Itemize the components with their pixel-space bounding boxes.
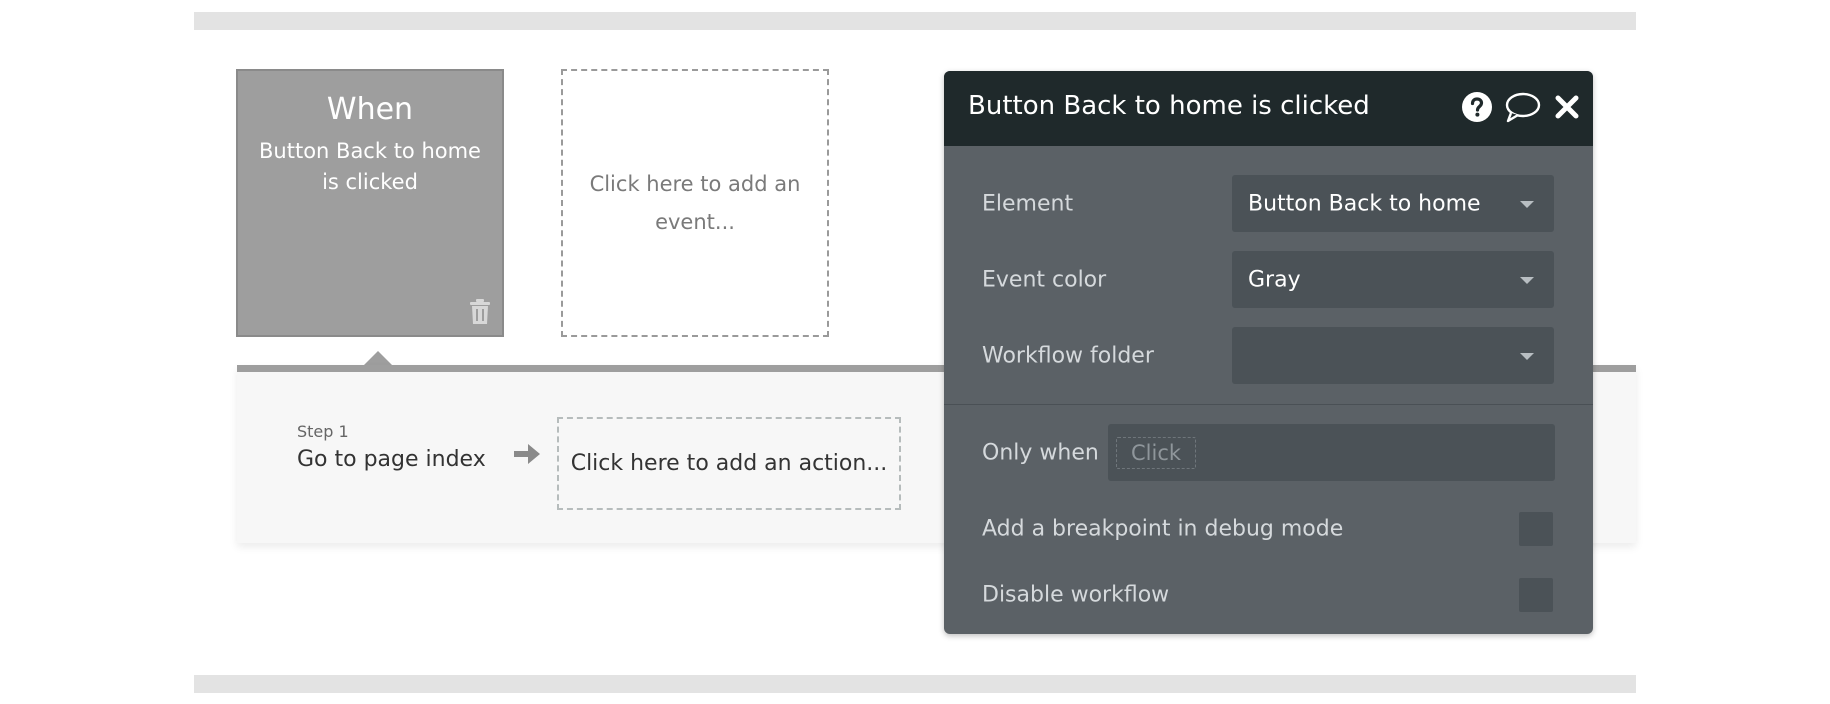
step-1[interactable]: Step 1 Go to page index — [297, 422, 486, 472]
trash-icon[interactable] — [468, 299, 492, 325]
add-action-button[interactable]: Click here to add an action... — [557, 417, 901, 510]
add-event-label: Click here to add an event... — [589, 172, 801, 234]
property-editor: Button Back to home is clicked Element B… — [944, 71, 1593, 634]
disable-workflow-checkbox[interactable] — [1519, 577, 1553, 612]
add-action-label: Click here to add an action... — [570, 451, 888, 476]
editor-header: Button Back to home is clicked — [944, 71, 1593, 146]
breakpoint-row: Add a breakpoint in debug mode — [944, 500, 1593, 557]
comment-icon[interactable] — [1505, 91, 1541, 123]
selected-event-pointer — [363, 351, 393, 366]
element-dropdown[interactable]: Button Back to home — [1232, 175, 1554, 232]
event-color-value: Gray — [1248, 267, 1301, 292]
editor-title: Button Back to home is clicked — [968, 91, 1370, 121]
add-event-button[interactable]: Click here to add an event... — [561, 69, 829, 337]
event-color-dropdown[interactable]: Gray — [1232, 251, 1554, 308]
disable-workflow-row: Disable workflow — [944, 566, 1593, 623]
event-card-description: Button Back to home is clicked — [259, 139, 481, 194]
chevron-down-icon — [1520, 276, 1534, 284]
only-when-label: Only when — [982, 440, 1099, 465]
arrow-right-icon — [512, 441, 542, 467]
workflow-canvas: When Button Back to home is clicked Clic… — [0, 0, 1830, 704]
event-color-label: Event color — [982, 267, 1107, 292]
breakpoint-label: Add a breakpoint in debug mode — [982, 516, 1344, 541]
event-color-row: Event color Gray — [944, 251, 1593, 308]
only-when-input[interactable]: Click — [1108, 424, 1555, 481]
step-action: Go to page index — [297, 447, 486, 472]
close-icon[interactable] — [1553, 93, 1581, 121]
workflow-folder-dropdown[interactable] — [1232, 327, 1554, 384]
workflow-folder-row: Workflow folder — [944, 327, 1593, 384]
workflow-folder-label: Workflow folder — [982, 343, 1154, 368]
element-label: Element — [982, 191, 1074, 216]
chevron-down-icon — [1520, 200, 1534, 208]
step-label: Step 1 — [297, 422, 349, 441]
only-when-placeholder[interactable]: Click — [1116, 437, 1197, 469]
element-row: Element Button Back to home — [944, 175, 1593, 232]
top-band — [194, 12, 1636, 30]
divider — [944, 404, 1593, 405]
disable-workflow-label: Disable workflow — [982, 582, 1170, 607]
event-card[interactable]: When Button Back to home is clicked — [236, 69, 504, 337]
event-card-title: When — [326, 92, 414, 127]
bottom-band — [194, 675, 1636, 693]
help-icon[interactable] — [1461, 91, 1493, 123]
breakpoint-checkbox[interactable] — [1519, 511, 1553, 546]
chevron-down-icon — [1520, 352, 1534, 360]
header-icons — [1461, 91, 1581, 123]
element-value: Button Back to home — [1248, 191, 1481, 216]
